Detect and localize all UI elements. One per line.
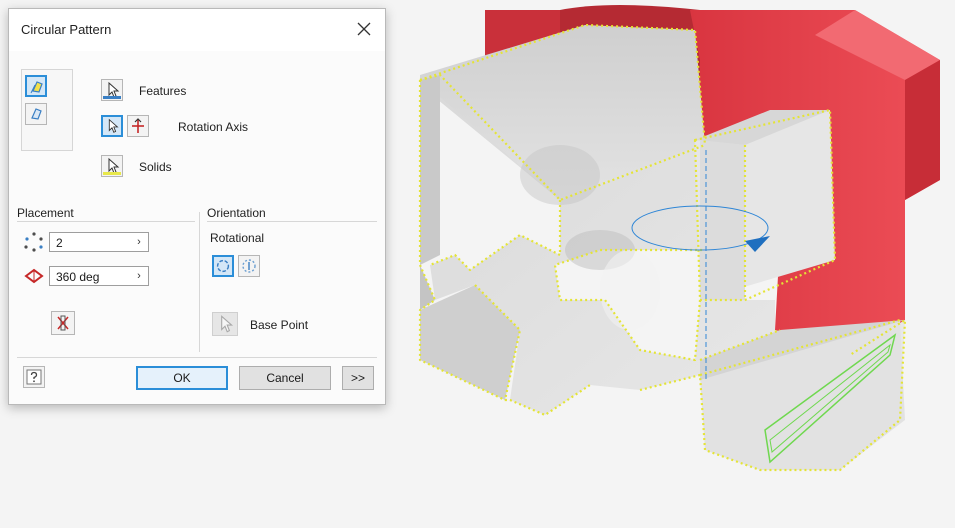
features-label: Features bbox=[139, 84, 187, 98]
placement-divider bbox=[17, 221, 195, 222]
fixed-orientation-icon bbox=[242, 259, 256, 273]
rotation-axis-label: Rotation Axis bbox=[178, 120, 249, 134]
rotation-axis-select-button[interactable] bbox=[101, 115, 123, 137]
base-point-select-button[interactable] bbox=[212, 312, 238, 336]
close-icon[interactable] bbox=[353, 18, 375, 40]
ok-button[interactable]: OK bbox=[136, 366, 228, 390]
features-select-button[interactable] bbox=[101, 79, 123, 101]
rotational-icon bbox=[216, 259, 230, 273]
occurrence-count-menu-icon[interactable]: › bbox=[130, 233, 148, 251]
solid-pattern-icon bbox=[31, 108, 42, 120]
midplane-button[interactable] bbox=[51, 311, 75, 335]
group-divider bbox=[199, 212, 200, 352]
cursor-arrow-icon bbox=[108, 118, 119, 133]
solids-select-button[interactable] bbox=[101, 155, 123, 177]
occurrence-count-value: 2 bbox=[56, 236, 63, 250]
help-icon bbox=[26, 369, 42, 385]
occurrence-count-field[interactable]: 2 › bbox=[49, 232, 149, 252]
orientation-group-label: Orientation bbox=[207, 206, 266, 220]
occurrence-count-icon bbox=[24, 232, 43, 252]
occurrence-angle-icon bbox=[24, 268, 44, 284]
occurrence-angle-value: 360 deg bbox=[56, 270, 100, 284]
features-pattern-icon bbox=[30, 81, 43, 94]
flip-direction-button[interactable] bbox=[127, 115, 149, 137]
circular-pattern-dialog: Circular Pattern Features Rotation Axis … bbox=[8, 8, 386, 405]
midplane-icon bbox=[57, 315, 69, 331]
occurrence-angle-menu-icon[interactable]: › bbox=[130, 267, 148, 285]
help-button[interactable] bbox=[23, 366, 45, 388]
solids-label: Solids bbox=[139, 160, 172, 174]
pattern-individual-features-button[interactable] bbox=[25, 75, 47, 97]
placement-group-label: Placement bbox=[17, 206, 74, 220]
dialog-title: Circular Pattern bbox=[21, 22, 112, 37]
dialog-titlebar[interactable]: Circular Pattern bbox=[9, 9, 385, 51]
more-options-button[interactable]: >> bbox=[342, 366, 374, 390]
cancel-button[interactable]: Cancel bbox=[239, 366, 331, 390]
fixed-orientation-button[interactable] bbox=[238, 255, 260, 277]
flip-direction-icon bbox=[132, 118, 144, 133]
pattern-solid-button[interactable] bbox=[25, 103, 47, 125]
rotational-label: Rotational bbox=[210, 231, 265, 245]
orientation-divider bbox=[207, 221, 377, 222]
occurrence-angle-field[interactable]: 360 deg › bbox=[49, 266, 149, 286]
rotational-orientation-button[interactable] bbox=[212, 255, 234, 277]
footer-divider bbox=[17, 357, 377, 358]
base-point-label: Base Point bbox=[250, 318, 309, 332]
cursor-arrow-icon bbox=[221, 315, 234, 333]
